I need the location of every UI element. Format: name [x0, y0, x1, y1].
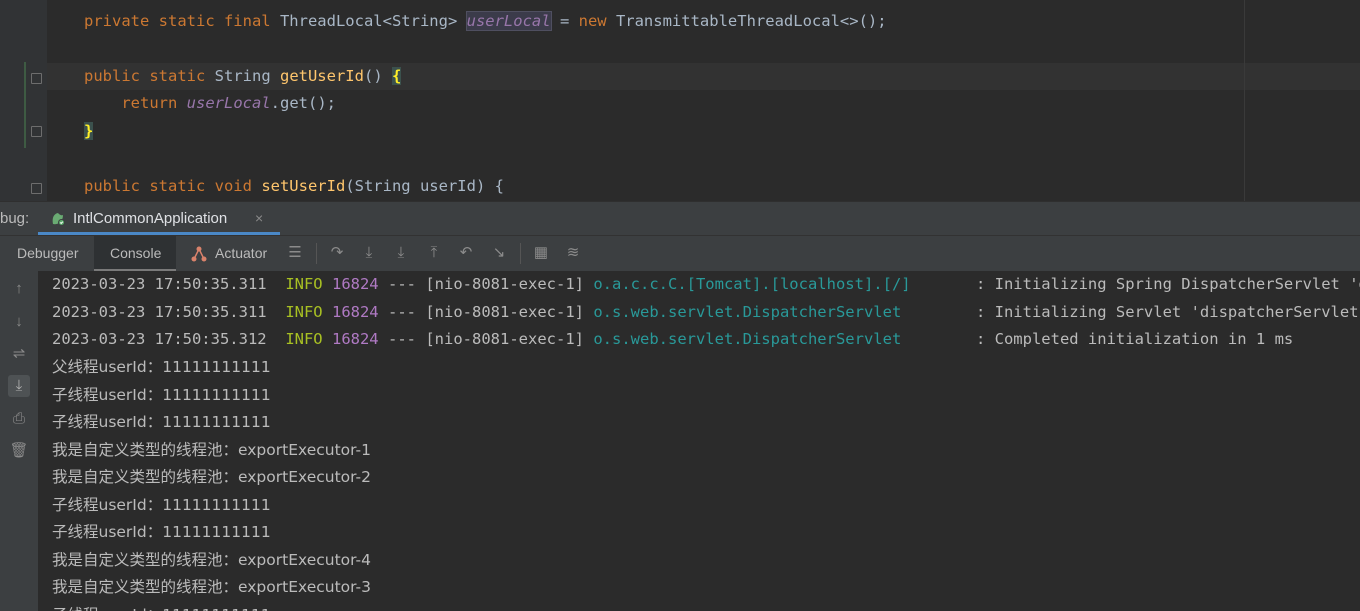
- method-name-token: getUserId: [279, 67, 364, 85]
- log-level: INFO: [285, 302, 323, 321]
- drop-frame-icon[interactable]: ↶: [457, 244, 475, 262]
- log-separator: ---: [388, 302, 416, 321]
- log-message: : Initializing Spring DispatcherServlet …: [975, 275, 1360, 293]
- debug-toolbar: Debugger Console Actuator ☰ ↷ ⤓ ⤓ ⤒ ↶ ↘ …: [0, 235, 1360, 272]
- code-line[interactable]: }: [84, 118, 94, 145]
- log-logger: o.s.web.servlet.DispatcherServlet: [593, 330, 967, 348]
- code-token: TransmittableThreadLocal<>();: [615, 12, 887, 30]
- code-token: (): [363, 67, 392, 85]
- code-line[interactable]: private static final ThreadLocal<String>…: [84, 8, 887, 35]
- down-arrow-icon[interactable]: ↓: [8, 311, 30, 333]
- keyword-token: new: [578, 12, 616, 30]
- log-timestamp: 2023-03-23 17:50:35.312: [52, 330, 267, 348]
- run-to-cursor-icon[interactable]: ↘: [490, 244, 508, 262]
- change-marker: [24, 62, 26, 148]
- actuator-icon: [191, 246, 207, 262]
- fold-icon[interactable]: [31, 126, 42, 137]
- output-line[interactable]: 我是自定义类型的线程池：exportExecutor-3: [52, 574, 371, 601]
- keyword-token: private static final: [84, 12, 280, 30]
- code-line[interactable]: return userLocal.get();: [84, 90, 336, 117]
- evaluate-icon[interactable]: ▦: [532, 244, 550, 262]
- step-into-icon[interactable]: ⤓: [360, 244, 378, 262]
- console-output[interactable]: 2023-03-23 17:50:35.311 INFO 16824 --- […: [38, 271, 1360, 611]
- log-message: : Initializing Servlet 'dispatcherServle…: [975, 302, 1360, 321]
- field-token: userLocal: [186, 94, 271, 112]
- code-token: =: [550, 12, 579, 30]
- scroll-to-end-icon[interactable]: ⤓: [8, 375, 30, 397]
- output-line[interactable]: 子线程userId：11111111111: [52, 409, 271, 436]
- log-logger: o.s.web.servlet.DispatcherServlet: [593, 302, 967, 321]
- toolbar-separator: [520, 243, 521, 264]
- keyword-token: public static: [84, 67, 215, 85]
- tab-debugger[interactable]: Debugger: [0, 236, 94, 271]
- method-name-token: setUserId: [261, 177, 346, 195]
- output-line[interactable]: 我是自定义类型的线程池：exportExecutor-1: [52, 437, 371, 464]
- tab-actuator[interactable]: Actuator: [186, 236, 276, 271]
- output-line[interactable]: 子线程userId：11111111111: [52, 602, 271, 611]
- code-editor[interactable]: private static final ThreadLocal<String>…: [0, 0, 1360, 201]
- tab-actuator-label: Actuator: [215, 245, 268, 261]
- fold-icon[interactable]: [31, 183, 42, 194]
- code-token: ThreadLocal<String>: [279, 12, 467, 30]
- debug-label: bug:: [0, 210, 30, 227]
- log-timestamp: 2023-03-23 17:50:35.311: [52, 275, 267, 293]
- log-pid: 16824: [331, 275, 379, 293]
- output-line[interactable]: 我是自定义类型的线程池：exportExecutor-2: [52, 464, 371, 491]
- close-icon[interactable]: ×: [255, 210, 263, 226]
- output-line[interactable]: 子线程userId：11111111111: [52, 382, 271, 409]
- code-token: String: [214, 67, 280, 85]
- log-timestamp: 2023-03-23 17:50:35.311: [52, 302, 267, 321]
- brace-token: {: [391, 67, 402, 85]
- code-token: (String userId) {: [345, 177, 504, 195]
- log-pid: 16824: [331, 302, 379, 321]
- log-line[interactable]: 2023-03-23 17:50:35.311 INFO 16824 --- […: [52, 271, 1360, 298]
- spring-app-icon: [52, 213, 65, 226]
- log-level: INFO: [285, 330, 323, 348]
- soft-wrap-icon[interactable]: ⇌: [8, 343, 30, 365]
- up-arrow-icon[interactable]: ↑: [8, 278, 30, 300]
- run-config-name: IntlCommonApplication: [73, 210, 228, 227]
- field-token: userLocal: [465, 11, 552, 31]
- step-out-icon[interactable]: ⤒: [425, 244, 443, 262]
- code-line[interactable]: public static String getUserId() {: [84, 63, 402, 90]
- tab-console-label: Console: [110, 245, 162, 261]
- output-line[interactable]: 子线程userId：11111111111: [52, 519, 271, 546]
- right-margin-guide: [1244, 0, 1245, 201]
- log-separator: ---: [388, 275, 416, 293]
- output-line[interactable]: 我是自定义类型的线程池：exportExecutor-4: [52, 547, 371, 574]
- log-line[interactable]: 2023-03-23 17:50:35.312 INFO 16824 --- […: [52, 326, 1293, 353]
- force-step-into-icon[interactable]: ⤓: [392, 244, 410, 262]
- menu-icon[interactable]: ☰: [286, 244, 304, 262]
- log-thread: [nio-8081-exec-1]: [425, 302, 584, 321]
- log-separator: ---: [388, 330, 416, 348]
- step-over-icon[interactable]: ↷: [328, 244, 346, 262]
- keyword-token: public static void: [84, 177, 262, 195]
- log-level: INFO: [285, 275, 323, 293]
- output-line[interactable]: 子线程userId：11111111111: [52, 492, 271, 519]
- log-pid: 16824: [331, 330, 379, 348]
- trace-icon[interactable]: ≋: [564, 244, 582, 262]
- log-line[interactable]: 2023-03-23 17:50:35.311 INFO 16824 --- […: [52, 299, 1360, 326]
- tab-debugger-label: Debugger: [17, 245, 79, 261]
- log-message: : Completed initialization in 1 ms: [975, 330, 1294, 348]
- run-config-tab[interactable]: IntlCommonApplication ×: [38, 202, 280, 235]
- tab-console[interactable]: Console: [94, 236, 176, 271]
- code-line[interactable]: public static void setUserId(String user…: [84, 173, 504, 200]
- keyword-token: return: [84, 94, 187, 112]
- output-line[interactable]: 父线程userId：11111111111: [52, 354, 271, 381]
- code-token: .get();: [270, 94, 336, 112]
- log-logger: o.a.c.c.C.[Tomcat].[localhost].[/]: [593, 275, 967, 293]
- log-thread: [nio-8081-exec-1]: [425, 330, 584, 348]
- fold-icon[interactable]: [31, 73, 42, 84]
- print-icon[interactable]: ⎙: [8, 408, 30, 430]
- toolbar-separator: [316, 243, 317, 264]
- brace-token: }: [84, 122, 94, 140]
- console-side-toolbar: ↑ ↓ ⇌ ⤓ ⎙ 🗑: [0, 271, 38, 611]
- trash-icon[interactable]: 🗑: [8, 440, 30, 462]
- debug-tool-window-header: bug: IntlCommonApplication ×: [0, 201, 1360, 235]
- log-thread: [nio-8081-exec-1]: [425, 275, 584, 293]
